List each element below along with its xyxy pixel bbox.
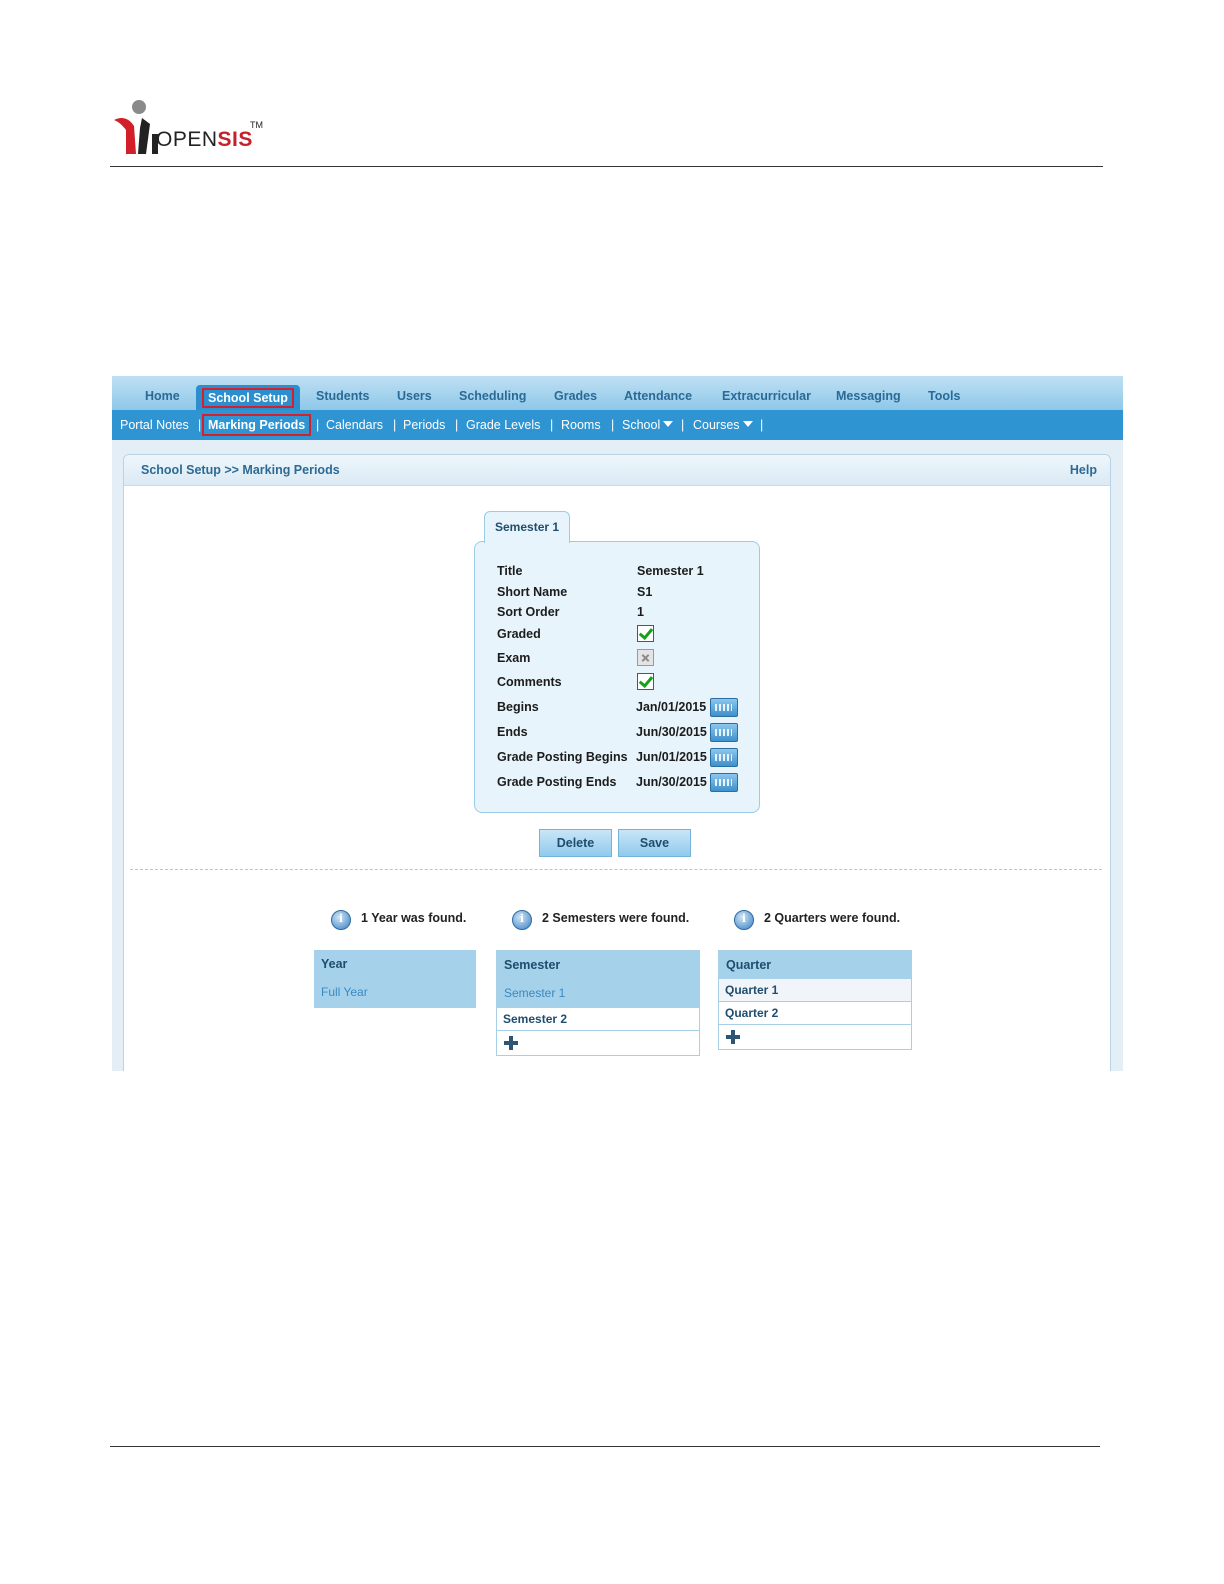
year-list-header: Year [314,950,476,978]
header-rule [110,166,1103,167]
quarter-found-message: 2 Quarters were found. [764,911,901,925]
marking-period-form: Title Semester 1 Short Name S1 Sort Orde… [474,541,760,813]
app-screenshot: Home School Setup Students Users Schedul… [112,376,1123,1071]
graded-checkbox[interactable] [637,625,654,642]
tab-home[interactable]: Home [145,389,180,403]
exam-checkbox[interactable] [637,649,654,666]
exam-label: Exam [497,651,531,665]
list-item[interactable]: Semester 2 [497,1007,699,1030]
tab-attendance[interactable]: Attendance [624,389,692,403]
caret-down-icon [742,421,753,427]
semester-list-header: Semester [497,951,699,979]
tab-users[interactable]: Users [397,389,432,403]
list-item[interactable]: Quarter 2 [719,1001,911,1024]
semester-found-message: 2 Semesters were found. [542,911,690,925]
logo-trademark: TM [250,120,263,130]
sub-navigation: Portal Notes | Marking Periods | Calenda… [112,410,1123,440]
short-name-label: Short Name [497,585,568,599]
begins-label: Begins [497,700,539,714]
title-value: Semester 1 [637,564,704,578]
add-quarter-row[interactable] [719,1024,911,1049]
calendar-icon[interactable] [710,773,738,792]
year-found-message: 1 Year was found. [361,911,467,925]
ends-label: Ends [497,725,528,739]
subnav-separator: | [550,418,554,432]
ends-date[interactable]: Jun/30/2015 [636,725,707,739]
comments-label: Comments [497,675,562,689]
calendar-icon[interactable] [710,748,738,767]
form-tab-label: Semester 1 [495,520,560,534]
title-label: Title [497,564,523,578]
comments-checkbox[interactable] [637,673,654,690]
subnav-separator: | [198,418,202,432]
plus-icon[interactable] [726,1030,740,1044]
year-list: Year Full Year [314,950,476,1008]
delete-button[interactable]: Delete [539,829,612,857]
content-panel: School Setup >> Marking Periods Help Sem… [123,454,1111,1071]
logo-figure-icon [114,100,158,154]
list-item[interactable]: Semester 1 [497,979,699,1007]
form-tab-semester-1[interactable]: Semester 1 [484,511,570,543]
subnav-rooms[interactable]: Rooms [561,418,601,432]
top-navigation: Home School Setup Students Users Schedul… [112,376,1123,410]
subnav-periods[interactable]: Periods [403,418,445,432]
logo-wordmark: OPENSIS [156,128,253,151]
tab-messaging[interactable]: Messaging [836,389,901,403]
info-icon [331,910,351,930]
section-divider [130,869,1102,870]
subnav-marking-periods[interactable]: Marking Periods [202,414,312,436]
graded-label: Graded [497,627,541,641]
quarter-list: Quarter Quarter 1 Quarter 2 [718,950,912,1050]
tab-school-setup-label: School Setup [202,388,294,408]
help-link[interactable]: Help [1070,463,1097,477]
grade-posting-begins-date[interactable]: Jun/01/2015 [636,750,707,764]
tab-grades[interactable]: Grades [554,389,597,403]
add-semester-row[interactable] [497,1030,699,1055]
tab-scheduling[interactable]: Scheduling [459,389,526,403]
subnav-calendars[interactable]: Calendars [326,418,383,432]
sort-order-label: Sort Order [497,605,560,619]
subnav-separator: | [393,418,397,432]
opensis-logo: OPENSIS TM [112,98,282,156]
caret-down-icon [663,421,674,427]
sort-order-value: 1 [637,605,644,619]
subnav-separator: | [760,418,764,432]
grade-posting-begins-label: Grade Posting Begins [497,750,628,764]
breadcrumb: School Setup >> Marking Periods [141,463,340,477]
tab-tools[interactable]: Tools [928,389,960,403]
subnav-courses-label: Courses [693,418,740,432]
subnav-school-dropdown[interactable]: School [622,418,674,432]
tab-extracurricular[interactable]: Extracurricular [722,389,811,403]
subnav-school-label: School [622,418,661,432]
subnav-separator: | [681,418,685,432]
subnav-separator: | [455,418,459,432]
short-name-value: S1 [637,585,653,599]
list-item[interactable]: Quarter 1 [719,979,911,1001]
quarter-list-header: Quarter [719,951,911,979]
grade-posting-ends-date[interactable]: Jun/30/2015 [636,775,707,789]
tab-students[interactable]: Students [316,389,369,403]
tab-school-setup[interactable]: School Setup [196,385,300,410]
info-icon [734,910,754,930]
begins-date[interactable]: Jan/01/2015 [636,700,706,714]
semester-list: Semester Semester 1 Semester 2 [496,950,700,1056]
save-button[interactable]: Save [618,829,691,857]
footer-rule [110,1446,1100,1447]
panel-header: School Setup >> Marking Periods Help [124,455,1110,486]
subnav-courses-dropdown[interactable]: Courses [693,418,753,432]
subnav-separator: | [316,418,320,432]
plus-icon[interactable] [504,1036,518,1050]
info-icon [512,910,532,930]
subnav-separator: | [611,418,615,432]
list-item[interactable]: Full Year [314,978,476,1008]
subnav-portal-notes[interactable]: Portal Notes [120,418,189,432]
calendar-icon[interactable] [710,723,738,742]
grade-posting-ends-label: Grade Posting Ends [497,775,617,789]
subnav-grade-levels[interactable]: Grade Levels [466,418,540,432]
calendar-icon[interactable] [710,698,738,717]
